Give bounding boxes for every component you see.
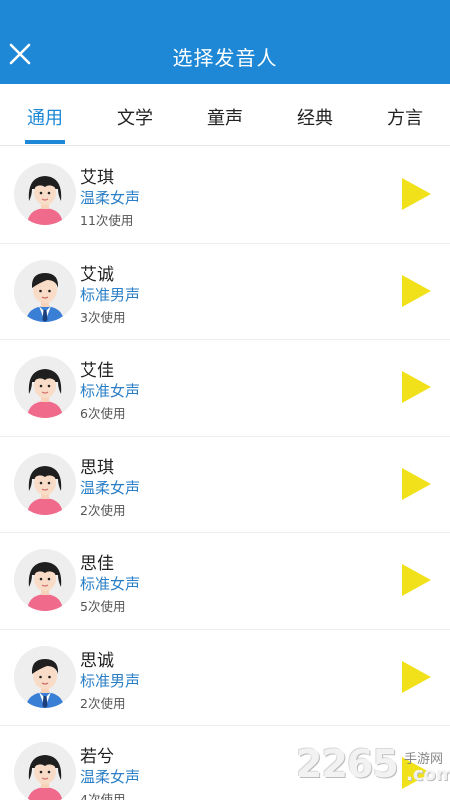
app-header: 选择发音人 (0, 0, 450, 84)
female-avatar-icon (14, 742, 76, 800)
female-avatar-icon (14, 452, 76, 515)
voice-list-item[interactable]: 思佳 标准女声 5次使用 (0, 533, 450, 630)
voice-type: 温柔女声 (80, 768, 141, 786)
play-icon[interactable] (400, 274, 432, 308)
voice-type: 标准男声 (80, 671, 141, 690)
voice-type: 温柔女声 (80, 189, 141, 207)
tab-general[interactable]: 通用 (15, 104, 75, 130)
voice-type: 温柔女声 (80, 478, 141, 497)
female-avatar-icon (14, 356, 76, 418)
page-title: 选择发音人 (172, 46, 278, 70)
watermark-number: 2265 (296, 742, 399, 786)
female-avatar-icon (14, 549, 76, 611)
voice-usage-count: 2次使用 (80, 695, 126, 711)
voice-usage-count: 11次使用 (80, 213, 134, 228)
voice-type: 标准男声 (80, 285, 141, 304)
voice-usage-count: 6次使用 (80, 406, 126, 421)
voice-name: 思诚 (80, 650, 114, 671)
watermark-suffix: .com (406, 764, 450, 785)
voice-list: 艾琪 温柔女声 11次使用 艾诚 标准男声 3次使用 艾佳 标准女声 6次使用 … (0, 147, 450, 800)
play-icon[interactable] (400, 660, 432, 694)
voice-name: 艾佳 (80, 361, 114, 381)
voice-name: 艾琪 (80, 168, 114, 188)
voice-list-item[interactable]: 思诚 标准男声 2次使用 (0, 630, 450, 726)
voice-type: 标准女声 (80, 575, 141, 593)
voice-list-item[interactable]: 艾佳 标准女声 6次使用 (0, 340, 450, 437)
voice-name: 思佳 (80, 554, 114, 574)
voice-usage-count: 3次使用 (80, 309, 126, 325)
tab-dialect[interactable]: 方言 (375, 104, 435, 130)
voice-type: 标准女声 (80, 382, 141, 400)
active-tab-indicator (25, 140, 65, 144)
tab-child-voice[interactable]: 童声 (195, 104, 255, 130)
male-avatar-icon (14, 259, 76, 322)
site-watermark: 2265 手游网 .com (296, 742, 450, 800)
voice-usage-count: 2次使用 (80, 502, 126, 518)
voice-list-item[interactable]: 思琪 温柔女声 2次使用 (0, 437, 450, 533)
male-avatar-icon (14, 645, 76, 708)
play-icon[interactable] (400, 563, 432, 597)
tab-literature[interactable]: 文学 (105, 104, 165, 130)
play-icon[interactable] (400, 177, 432, 211)
voice-name: 若兮 (80, 747, 114, 767)
tab-classic[interactable]: 经典 (285, 104, 345, 130)
female-avatar-icon (14, 163, 76, 225)
voice-list-item[interactable]: 艾诚 标准男声 3次使用 (0, 244, 450, 340)
voice-name: 思琪 (80, 457, 114, 478)
category-tabs: 通用 文学 童声 经典 方言 (0, 84, 450, 146)
voice-usage-count: 4次使用 (80, 792, 126, 800)
voice-usage-count: 5次使用 (80, 599, 126, 614)
play-icon[interactable] (400, 370, 432, 404)
play-icon[interactable] (400, 467, 432, 501)
voice-list-item[interactable]: 艾琪 温柔女声 11次使用 (0, 147, 450, 244)
voice-name: 艾诚 (80, 264, 114, 285)
